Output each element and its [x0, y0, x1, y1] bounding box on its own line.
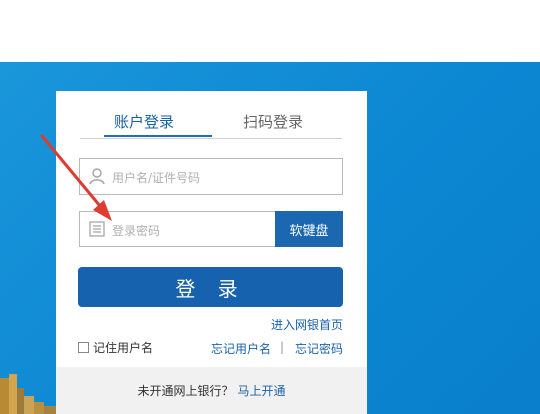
forgot-username-link[interactable]: 忘记用户名	[211, 340, 271, 357]
login-panel: 账户登录 扫码登录 用户名/证件号码 登录密码 软键盘 登 录 进入网银首页 记…	[56, 91, 367, 414]
user-icon	[89, 168, 105, 185]
open-account-link[interactable]: 马上开通	[238, 384, 286, 398]
keypad-icon	[89, 221, 105, 237]
remember-checkbox[interactable]	[78, 342, 89, 353]
page-header-area	[0, 0, 540, 62]
soft-keyboard-button[interactable]: 软键盘	[275, 211, 343, 247]
tab-divider	[80, 138, 342, 139]
active-tab-indicator	[104, 135, 212, 137]
password-placeholder: 登录密码	[112, 224, 161, 238]
panel-footer: 未开通网上银行？ 马上开通	[56, 367, 367, 414]
username-placeholder: 用户名/证件号码	[112, 171, 201, 185]
forgot-password-link[interactable]: 忘记密码	[295, 340, 343, 357]
enter-bank-home-link[interactable]: 进入网银首页	[271, 316, 343, 333]
login-button[interactable]: 登 录	[78, 267, 343, 307]
link-separator: |	[280, 340, 285, 354]
remember-label: 记住用户名	[93, 341, 154, 355]
tab-account-login[interactable]: 账户登录	[114, 111, 174, 132]
username-input[interactable]: 用户名/证件号码	[79, 158, 343, 195]
building-illustration	[0, 374, 60, 414]
password-input[interactable]: 登录密码	[79, 211, 276, 247]
footer-text: 未开通网上银行？	[137, 384, 234, 398]
tab-qr-login[interactable]: 扫码登录	[243, 111, 303, 132]
remember-username[interactable]: 记住用户名	[78, 339, 153, 356]
